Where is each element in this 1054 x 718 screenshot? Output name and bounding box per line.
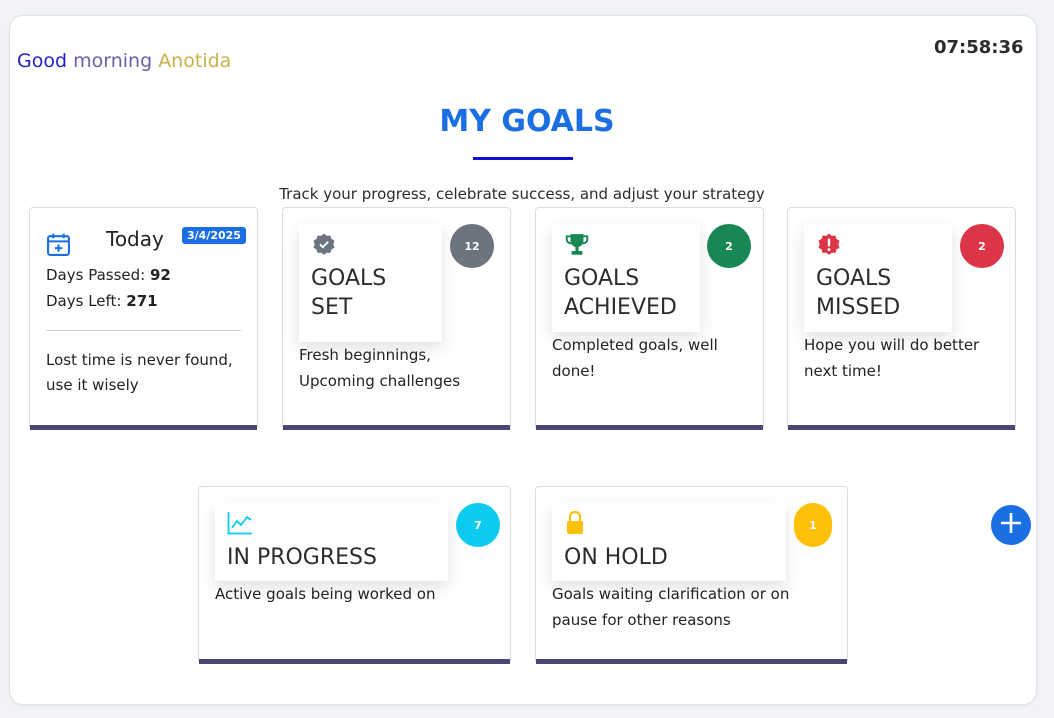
greeting-word-morning: morning [73,50,153,72]
today-quote: Lost time is never found, use it wisely [46,351,233,394]
page-subtitle: Track your progress, celebrate success, … [279,185,765,203]
calendar-plus-icon [46,232,71,261]
goals-set-card[interactable]: GOALS SET 12 Fresh beginnings, Upcoming … [282,207,511,430]
days-left: Days Left: 271 [46,292,158,310]
plus-icon [999,511,1023,539]
goals-achieved-title: GOALS ACHIEVED [564,264,677,322]
divider [46,330,241,331]
goals-achieved-title-line2: ACHIEVED [564,295,677,320]
card-bottom-bar [30,425,257,430]
days-left-label: Days Left: [46,292,122,310]
greeting-word-good: Good [17,50,68,72]
in-progress-title: IN PROGRESS [227,545,377,570]
on-hold-desc: Goals waiting clarification or on pause … [552,585,790,629]
lock-icon [564,510,586,540]
goals-missed-title-line1: GOALS [816,266,892,291]
greeting: Good morning Anotida [17,50,231,72]
card-bottom-bar [536,425,763,430]
goals-missed-header: GOALS MISSED [804,224,952,332]
today-card: Today 3/4/2025 Days Passed: 92 Days Left… [29,207,258,430]
on-hold-header: ON HOLD [552,503,786,581]
exclamation-badge-icon [816,232,842,262]
days-passed-value: 92 [149,266,171,284]
in-progress-card[interactable]: IN PROGRESS 7 Active goals being worked … [198,486,511,664]
goals-set-count: 12 [450,224,494,268]
goals-set-header: GOALS SET [299,224,442,342]
card-bottom-bar [536,659,847,664]
goals-missed-card[interactable]: GOALS MISSED 2 Hope you will do better n… [787,207,1016,430]
card-bottom-bar [283,425,510,430]
line-chart-icon [227,511,253,539]
date-badge: 3/4/2025 [182,227,246,244]
days-left-value: 271 [126,292,158,310]
days-passed-label: Days Passed: [46,266,146,284]
goals-achieved-title-line1: GOALS [564,266,640,291]
goals-achieved-header: GOALS ACHIEVED [552,224,700,332]
goals-set-title: GOALS SET [311,264,386,322]
today-label: Today [106,227,164,251]
clock: 07:58:36 [934,37,1024,58]
greeting-name: Anotida [158,50,232,72]
goals-achieved-count: 2 [707,224,751,268]
title-underline [473,157,573,160]
goals-achieved-desc: Completed goals, well done! [552,336,718,380]
goals-missed-desc: Hope you will do better next time! [804,336,980,380]
goals-missed-count: 2 [960,224,1004,268]
card-bottom-bar [199,659,510,664]
goals-missed-title: GOALS MISSED [816,264,900,322]
on-hold-title: ON HOLD [564,545,668,570]
goals-set-desc: Fresh beginnings, Upcoming challenges [299,346,461,390]
badge-check-icon [311,232,337,262]
days-passed: Days Passed: 92 [46,266,171,284]
in-progress-count: 7 [456,503,500,547]
goals-set-title-line1: GOALS [311,266,387,291]
in-progress-header: IN PROGRESS [215,503,448,581]
page-title: MY GOALS [439,104,615,139]
goals-achieved-card[interactable]: GOALS ACHIEVED 2 Completed goals, well d… [535,207,764,430]
on-hold-count: 1 [794,503,832,547]
add-goal-button[interactable] [991,505,1031,545]
goals-set-title-line2: SET [311,295,353,320]
trophy-icon [564,232,590,262]
card-bottom-bar [788,425,1015,430]
goals-missed-title-line2: MISSED [816,295,901,320]
on-hold-card[interactable]: ON HOLD 1 Goals waiting clarification or… [535,486,848,664]
in-progress-desc: Active goals being worked on [215,585,436,603]
